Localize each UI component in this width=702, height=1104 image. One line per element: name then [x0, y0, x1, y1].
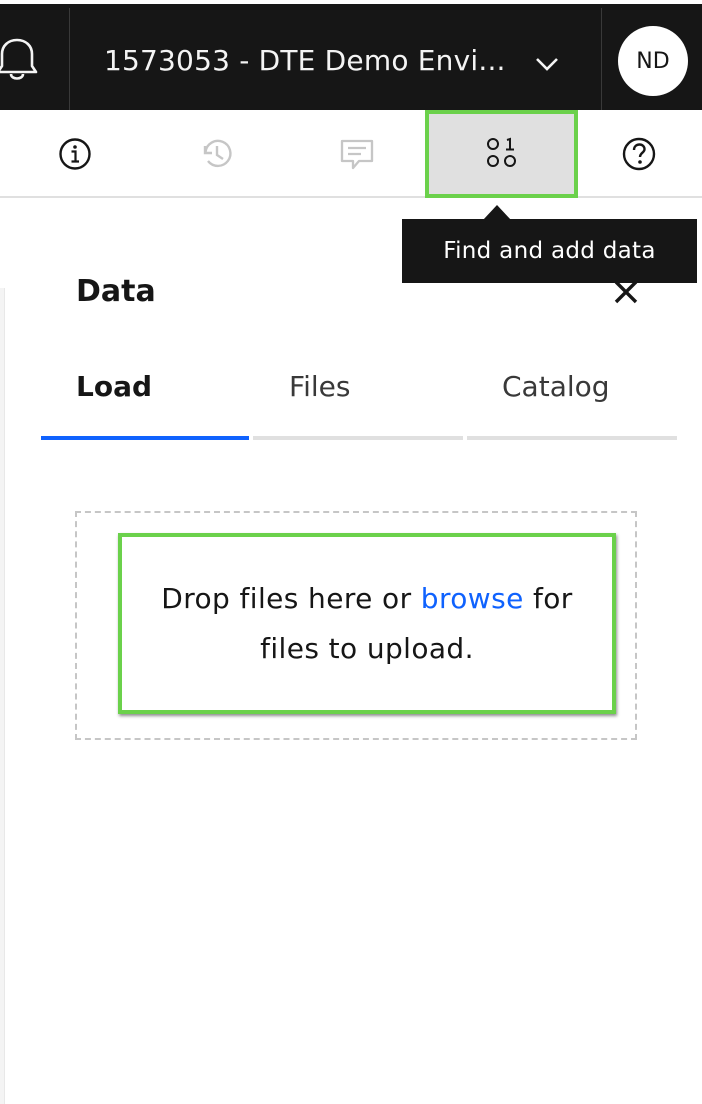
- user-avatar[interactable]: ND: [618, 26, 688, 96]
- info-icon: [58, 137, 92, 171]
- tooltip: Find and add data: [402, 219, 697, 283]
- workspace-edge-top: [0, 200, 5, 288]
- help-icon: [621, 136, 657, 172]
- tab-files[interactable]: Files: [253, 368, 463, 440]
- dropzone-message[interactable]: Drop files here or browse for files to u…: [118, 533, 616, 714]
- dropzone-text: Drop files here or browse for files to u…: [137, 574, 597, 674]
- browse-link[interactable]: browse: [421, 582, 524, 615]
- comments-button[interactable]: [312, 110, 402, 198]
- panel-title: Data: [76, 274, 156, 309]
- tab-label: Catalog: [502, 370, 610, 403]
- tab-catalog[interactable]: Catalog: [467, 368, 677, 440]
- tooltip-caret: [483, 205, 511, 220]
- tab-indicator: [41, 436, 249, 440]
- chevron-down-icon[interactable]: [533, 52, 561, 76]
- bell-icon[interactable]: [0, 34, 40, 84]
- tab-indicator: [467, 436, 677, 440]
- tab-indicator: [253, 436, 463, 440]
- tab-label: Load: [76, 370, 153, 403]
- workspace-edge: [0, 200, 5, 1104]
- header-divider: [601, 8, 602, 110]
- header-divider: [69, 8, 70, 110]
- dropzone-text-before: Drop files here or: [161, 581, 421, 615]
- info-button[interactable]: [30, 110, 120, 198]
- panel-toolbar: [0, 110, 702, 198]
- comment-icon: [339, 137, 375, 171]
- help-button[interactable]: [594, 110, 684, 198]
- tab-label: Files: [289, 370, 351, 403]
- tab-load[interactable]: Load: [41, 368, 249, 440]
- find-data-button[interactable]: [425, 110, 578, 198]
- environment-name[interactable]: 1573053 - DTE Demo Envi...: [104, 44, 506, 77]
- history-button[interactable]: [172, 110, 262, 198]
- find-data-icon: [485, 136, 519, 170]
- history-icon: [199, 136, 235, 172]
- close-icon[interactable]: [610, 276, 642, 308]
- global-header: 1573053 - DTE Demo Envi... ND: [0, 0, 702, 110]
